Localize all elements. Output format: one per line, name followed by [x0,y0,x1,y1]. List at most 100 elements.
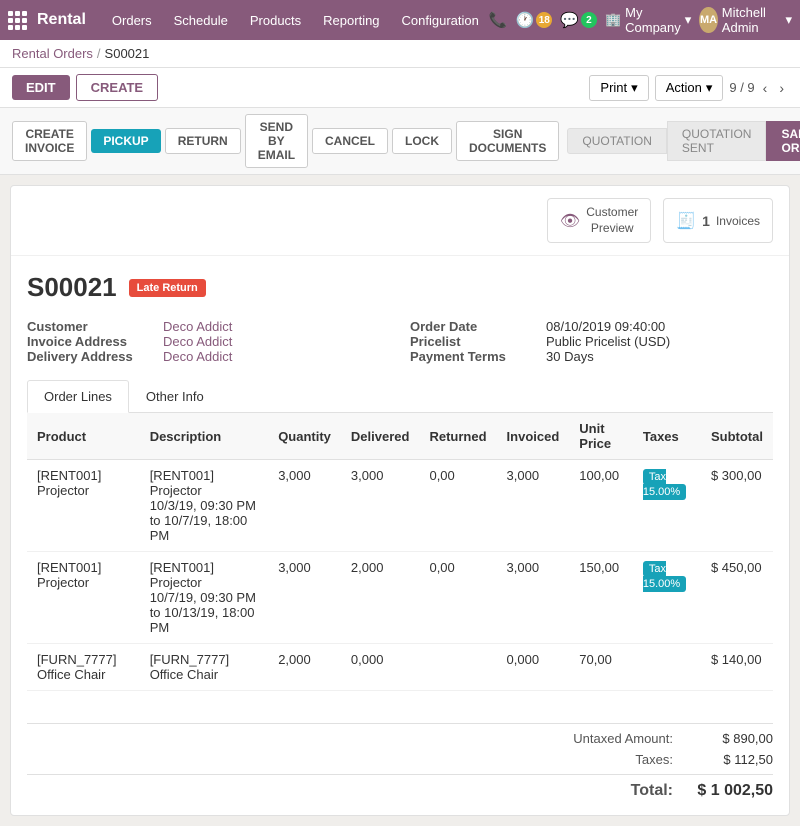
untaxed-total-row: Untaxed Amount: $ 890,00 [27,728,773,749]
tax-badge: Tax 15.00% [643,469,686,500]
message-icon[interactable]: 💬 2 [560,11,597,29]
tax-badge: Tax 15.00% [643,561,686,592]
create-invoice-button[interactable]: CREATE INVOICE [12,121,87,161]
company-selector[interactable]: 🏢 My Company ▾ [605,5,691,35]
nav-products[interactable]: Products [240,9,311,32]
pager: 9 / 9 ‹ › [729,78,788,98]
breadcrumb-separator: / [97,46,101,61]
edit-button[interactable]: EDIT [12,75,70,100]
action-bar: EDIT CREATE Print ▾ Action ▾ 9 / 9 ‹ › [0,68,800,108]
cell-delivered: 0,000 [341,644,420,691]
cell-description: [RENT001] Projector10/7/19, 09:30 PM to … [140,552,269,644]
stage-sales-order[interactable]: SALES ORDER [766,121,800,161]
card-header: 👁 CustomerPreview 🧾 1 Invoices [11,186,789,256]
customer-value[interactable]: Deco Addict [163,319,232,334]
pager-prev[interactable]: ‹ [759,78,772,98]
tab-order-lines[interactable]: Order Lines [27,380,129,413]
delivery-address-label: Delivery Address [27,349,157,364]
col-description: Description [140,413,269,460]
pager-next[interactable]: › [775,78,788,98]
form-area: S00021 Late Return Customer Deco Addict … [11,256,789,707]
invoice-label: Invoices [716,214,760,228]
table-row[interactable]: [FURN_7777] Office Chair [FURN_7777] Off… [27,644,773,691]
cell-invoiced: 3,000 [497,460,570,552]
late-return-badge: Late Return [129,279,206,297]
cell-product: [RENT001] Projector [27,552,140,644]
table-row[interactable]: [RENT001] Projector [RENT001] Projector1… [27,460,773,552]
nav-reporting[interactable]: Reporting [313,9,389,32]
col-delivered: Delivered [341,413,420,460]
table-header-row: Product Description Quantity Delivered R… [27,413,773,460]
cell-subtotal: $ 300,00 [701,460,773,552]
status-bar: CREATE INVOICE PICKUP RETURN SEND BY EMA… [0,108,800,175]
stage-quotation-sent[interactable]: QUOTATION SENT [667,121,767,161]
phone-icon[interactable]: 📞 [489,11,508,29]
invoices-button[interactable]: 🧾 1 Invoices [663,198,773,243]
col-subtotal: Subtotal [701,413,773,460]
card-actions: 👁 CustomerPreview 🧾 1 Invoices [547,198,773,243]
delivery-address-value[interactable]: Deco Addict [163,349,232,364]
cell-unit-price: 150,00 [569,552,633,644]
cell-delivered: 2,000 [341,552,420,644]
message-badge: 2 [581,12,597,28]
cell-product: [FURN_7777] Office Chair [27,644,140,691]
app-logo[interactable]: Rental [8,11,86,30]
print-button[interactable]: Print ▾ [589,75,648,101]
user-avatar: MA [699,7,718,33]
grid-icon [8,11,27,30]
order-date-label: Order Date [410,319,540,334]
pricelist-label: Pricelist [410,334,540,349]
send-email-button[interactable]: SEND BY EMAIL [245,114,308,168]
activity-icon[interactable]: 🕐 18 [516,11,553,29]
create-button[interactable]: CREATE [76,74,158,101]
invoice-count: 1 [702,213,710,229]
untaxed-label: Untaxed Amount: [533,731,673,746]
delivery-address-row: Delivery Address Deco Addict [27,349,390,364]
return-button[interactable]: RETURN [165,128,241,154]
breadcrumb-parent[interactable]: Rental Orders [12,46,93,61]
cell-quantity: 2,000 [268,644,341,691]
cell-delivered: 3,000 [341,460,420,552]
cancel-button[interactable]: CANCEL [312,128,388,154]
invoice-address-value[interactable]: Deco Addict [163,334,232,349]
breadcrumb: Rental Orders / S00021 [0,40,800,68]
main-content: 👁 CustomerPreview 🧾 1 Invoices S00021 La… [10,185,790,816]
invoice-address-row: Invoice Address Deco Addict [27,334,390,349]
cell-description: [RENT001] Projector10/3/19, 09:30 PM to … [140,460,269,552]
untaxed-value: $ 890,00 [693,731,773,746]
payment-terms-row: Payment Terms 30 Days [410,349,773,364]
breadcrumb-current: S00021 [105,46,150,61]
stage-quotation[interactable]: QUOTATION [567,128,667,154]
payment-terms-label: Payment Terms [410,349,540,364]
cell-returned [419,644,496,691]
invoice-icon: 🧾 [676,211,696,231]
nav-menu: Orders Schedule Products Reporting Confi… [102,9,489,32]
sign-documents-button[interactable]: SIGN DOCUMENTS [456,121,559,161]
customer-row: Customer Deco Addict [27,319,390,334]
customer-preview-button[interactable]: 👁 CustomerPreview [547,198,651,243]
order-date-value: 08/10/2019 09:40:00 [546,319,665,334]
invoice-address-label: Invoice Address [27,334,157,349]
nav-orders[interactable]: Orders [102,9,162,32]
col-product: Product [27,413,140,460]
tab-other-info[interactable]: Other Info [129,380,221,412]
nav-right: 📞 🕐 18 💬 2 🏢 My Company ▾ MA Mitchell Ad… [489,5,792,35]
lock-button[interactable]: LOCK [392,128,452,154]
pickup-button[interactable]: PICKUP [91,129,160,153]
user-menu[interactable]: MA Mitchell Admin ▾ [699,5,792,35]
cell-subtotal: $ 450,00 [701,552,773,644]
col-quantity: Quantity [268,413,341,460]
col-unit-price: Unit Price [569,413,633,460]
order-date-row: Order Date 08/10/2019 09:40:00 [410,319,773,334]
table-row[interactable]: [RENT001] Projector [RENT001] Projector1… [27,552,773,644]
cell-subtotal: $ 140,00 [701,644,773,691]
cell-unit-price: 100,00 [569,460,633,552]
nav-configuration[interactable]: Configuration [392,9,489,32]
cell-quantity: 3,000 [268,460,341,552]
action-button[interactable]: Action ▾ [655,75,724,101]
cell-invoiced: 3,000 [497,552,570,644]
taxes-label: Taxes: [533,752,673,767]
order-number: S00021 [27,272,117,303]
cell-returned: 0,00 [419,552,496,644]
nav-schedule[interactable]: Schedule [164,9,238,32]
